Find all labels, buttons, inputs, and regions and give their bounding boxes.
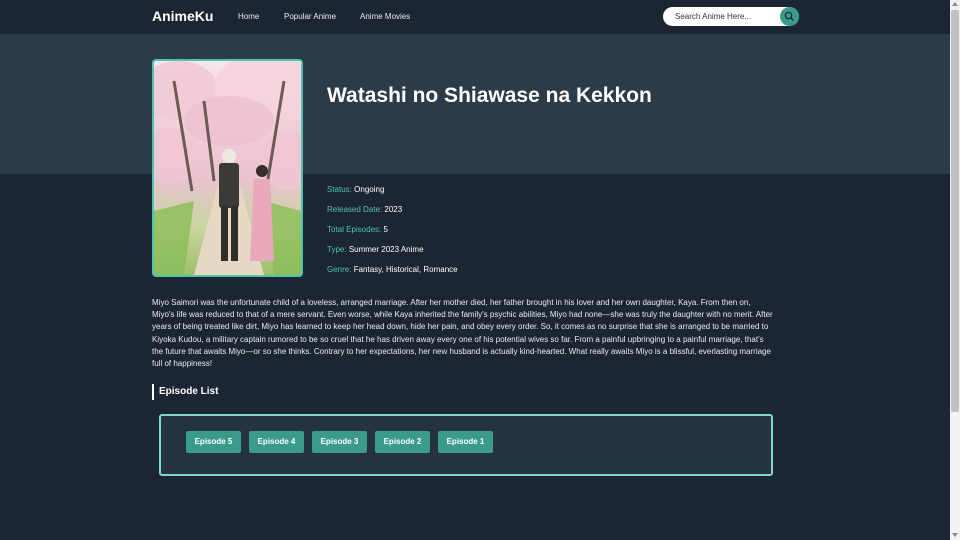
episode-list-heading: Episode List bbox=[152, 384, 218, 400]
scrollbar-thumb[interactable] bbox=[951, 10, 959, 412]
info-episodes: Total Episodes: 5 bbox=[327, 225, 388, 234]
info-type: Type: Summer 2023 Anime bbox=[327, 245, 424, 254]
episode-1-button[interactable]: Episode 1 bbox=[438, 431, 493, 453]
episodes-label: Total Episodes: bbox=[327, 225, 382, 234]
type-value: Summer 2023 Anime bbox=[348, 245, 424, 254]
genre-label: Genre: bbox=[327, 265, 352, 274]
anime-title: Watashi no Shiawase na Kekkon bbox=[327, 84, 652, 107]
info-genre: Genre: Fantasy, Historical, Romance bbox=[327, 265, 458, 274]
nav-popular-link[interactable]: Popular Anime bbox=[284, 12, 336, 21]
search-button[interactable] bbox=[780, 7, 799, 26]
navbar: AnimeKu Home Popular Anime Anime Movies bbox=[0, 0, 960, 34]
search-box bbox=[663, 7, 799, 26]
info-status: Status: Ongoing bbox=[327, 185, 384, 194]
brand-logo[interactable]: AnimeKu bbox=[152, 8, 213, 24]
info-released: Released Date: 2023 bbox=[327, 205, 402, 214]
nav-home-link[interactable]: Home bbox=[238, 12, 259, 21]
status-label: Status: bbox=[327, 185, 352, 194]
nav-movies-link[interactable]: Anime Movies bbox=[360, 12, 410, 21]
episode-5-button[interactable]: Episode 5 bbox=[186, 431, 241, 453]
status-value: Ongoing bbox=[354, 185, 385, 194]
episode-4-button[interactable]: Episode 4 bbox=[249, 431, 304, 453]
search-icon bbox=[784, 11, 794, 21]
type-label: Type: bbox=[327, 245, 347, 254]
episodes-value: 5 bbox=[383, 225, 388, 234]
scroll-down-arrow-icon[interactable] bbox=[952, 533, 958, 537]
episode-2-button[interactable]: Episode 2 bbox=[375, 431, 430, 453]
released-label: Released Date: bbox=[327, 205, 383, 214]
genre-value: Fantasy, Historical, Romance bbox=[353, 265, 458, 274]
search-input[interactable] bbox=[675, 10, 775, 23]
synopsis: Miyo Saimori was the unfortunate child o… bbox=[152, 298, 773, 369]
episode-3-button[interactable]: Episode 3 bbox=[312, 431, 367, 453]
anime-poster bbox=[152, 59, 303, 277]
released-value: 2023 bbox=[384, 205, 403, 214]
scroll-up-arrow-icon[interactable] bbox=[952, 2, 958, 6]
